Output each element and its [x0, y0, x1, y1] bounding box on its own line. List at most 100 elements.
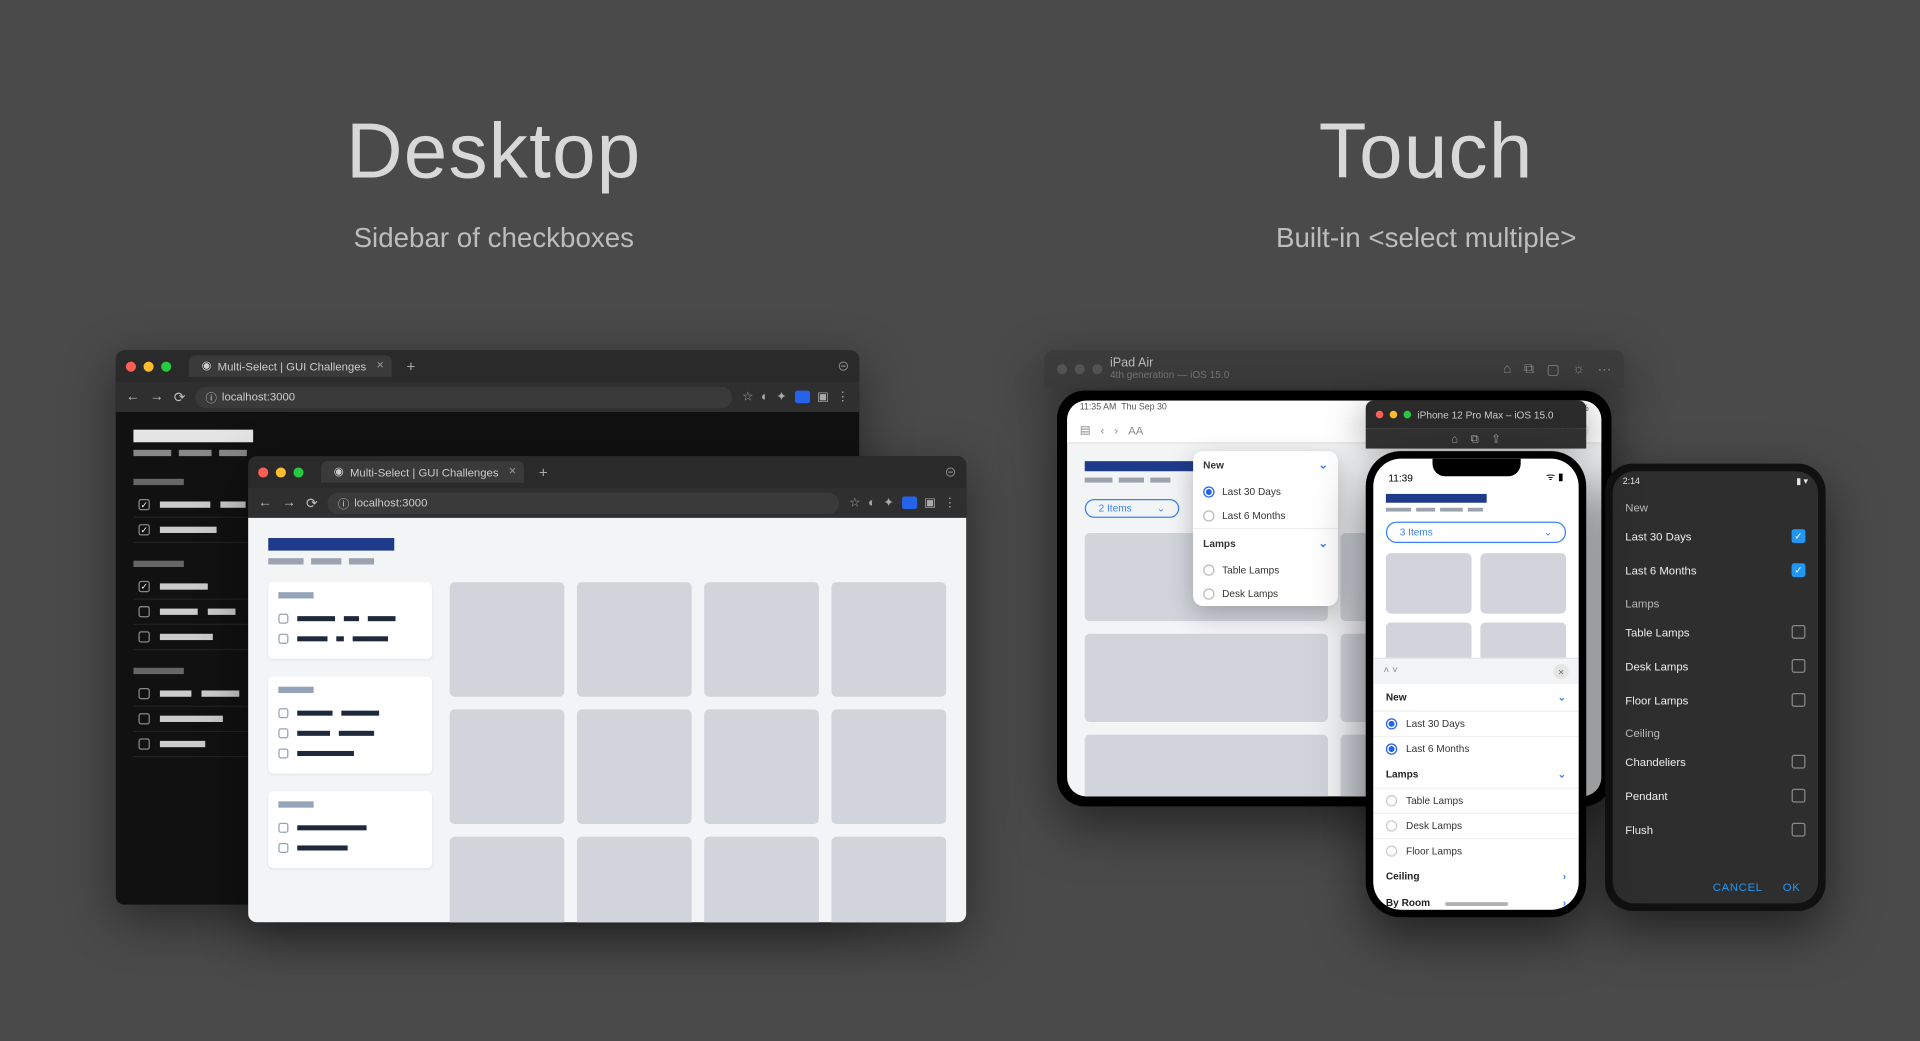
browser-tab[interactable]: ◉ Multi-Select | GUI Challenges ×: [321, 461, 524, 482]
optgroup-header[interactable]: Lamps⌄: [1373, 761, 1578, 787]
stepper-icons[interactable]: ˄ ˅: [1383, 664, 1398, 679]
checkbox-icon[interactable]: [138, 688, 149, 699]
window-maximize-icon[interactable]: [161, 361, 171, 371]
new-tab-button[interactable]: +: [407, 357, 416, 375]
mic-icon[interactable]: ⋮: [837, 390, 850, 404]
home-icon[interactable]: ⌂: [1503, 361, 1511, 377]
select-option[interactable]: Last 6 Months: [1193, 504, 1338, 528]
select-option[interactable]: Flush: [1613, 813, 1818, 847]
menu-icon[interactable]: ⊝: [945, 464, 957, 480]
screenshot-icon[interactable]: ⧉: [1471, 432, 1479, 446]
sidebar-icon[interactable]: ▤: [1080, 423, 1091, 437]
checkbox-icon[interactable]: [278, 823, 288, 833]
result-tile[interactable]: [577, 837, 692, 923]
result-tile[interactable]: [704, 837, 819, 923]
checkbox-row[interactable]: [278, 838, 422, 858]
checkbox-icon[interactable]: [138, 738, 149, 749]
checkbox-icon[interactable]: [138, 499, 149, 510]
browser-tab[interactable]: ◉ Multi-Select | GUI Challenges ×: [189, 355, 392, 376]
result-tile[interactable]: [831, 837, 946, 923]
checkbox-icon[interactable]: [138, 631, 149, 642]
menu-icon[interactable]: ⊝: [838, 358, 850, 374]
window-dot-icon[interactable]: [1057, 364, 1067, 374]
optgroup-header[interactable]: By Room›: [1373, 890, 1578, 910]
result-tile[interactable]: [704, 582, 819, 697]
result-tile[interactable]: [831, 709, 946, 824]
checkbox-icon[interactable]: [1792, 693, 1806, 707]
window-maximize-icon[interactable]: [293, 467, 303, 477]
checkbox-icon[interactable]: [278, 728, 288, 738]
checkbox-row[interactable]: [278, 818, 422, 838]
screenshot-icon[interactable]: ⧉: [1524, 361, 1534, 377]
result-tile[interactable]: [1085, 634, 1328, 722]
select-option[interactable]: Desk Lamps: [1193, 582, 1338, 606]
select-option[interactable]: Desk Lamps: [1613, 649, 1818, 683]
checkbox-icon[interactable]: [278, 748, 288, 758]
url-input[interactable]: ⓘ localhost:3000: [328, 492, 839, 513]
url-input[interactable]: ⓘ localhost:3000: [195, 386, 732, 407]
select-option[interactable]: Last 30 Days: [1613, 519, 1818, 553]
checkbox-icon[interactable]: [1792, 755, 1806, 769]
checkbox-icon[interactable]: [1792, 789, 1806, 803]
checkbox-icon[interactable]: [278, 634, 288, 644]
window-minimize-icon[interactable]: [144, 361, 154, 371]
checkbox-row[interactable]: [278, 609, 422, 629]
select-option[interactable]: Table Lamps: [1373, 788, 1578, 813]
back-icon[interactable]: ←: [258, 495, 272, 510]
aa-button[interactable]: AA: [1128, 424, 1143, 437]
select-option[interactable]: Floor Lamps: [1373, 838, 1578, 863]
checkbox-icon[interactable]: [138, 524, 149, 535]
window-dot-icon[interactable]: [1075, 364, 1085, 374]
checkbox-row[interactable]: [278, 723, 422, 743]
ok-button[interactable]: OK: [1783, 881, 1801, 894]
checkbox-icon[interactable]: [138, 713, 149, 724]
select-option[interactable]: Table Lamps: [1613, 615, 1818, 649]
share-icon[interactable]: ⇪: [1491, 432, 1501, 446]
checkbox-icon[interactable]: [278, 614, 288, 624]
result-tile[interactable]: [450, 837, 565, 923]
checkbox-icon[interactable]: [138, 581, 149, 592]
more-icon[interactable]: ⋯: [1598, 361, 1612, 377]
close-icon[interactable]: ×: [509, 465, 516, 479]
devtools-icon[interactable]: [901, 496, 916, 509]
mic-icon[interactable]: ⋮: [944, 496, 957, 510]
checkbox-icon[interactable]: [1792, 659, 1806, 673]
moon-icon[interactable]: ◐: [761, 390, 769, 404]
moon-icon[interactable]: ◐: [868, 496, 876, 510]
select-option[interactable]: Table Lamps: [1193, 558, 1338, 582]
optgroup-header[interactable]: Lamps⌄: [1193, 528, 1338, 558]
forward-icon[interactable]: →: [282, 495, 296, 510]
select-option[interactable]: Chandeliers: [1613, 745, 1818, 779]
window-minimize-icon[interactable]: [276, 467, 286, 477]
checkbox-icon[interactable]: [1792, 563, 1806, 577]
window-minimize-icon[interactable]: [1390, 411, 1398, 419]
result-tile[interactable]: [704, 709, 819, 824]
result-tile[interactable]: [1480, 553, 1566, 613]
window-dot-icon[interactable]: [1092, 364, 1102, 374]
devtools-icon[interactable]: [794, 391, 809, 404]
result-tile[interactable]: [450, 582, 565, 697]
checkbox-row[interactable]: [278, 629, 422, 649]
window-close-icon[interactable]: [126, 361, 136, 371]
rotate-icon[interactable]: ▢: [1547, 361, 1560, 377]
appearance-icon[interactable]: ☼: [1572, 361, 1585, 377]
extension-icon[interactable]: ✦: [883, 496, 894, 510]
checkbox-icon[interactable]: [278, 708, 288, 718]
cast-icon[interactable]: ▣: [817, 390, 829, 404]
filter-select[interactable]: 3 Items⌄: [1386, 522, 1566, 543]
select-option[interactable]: Desk Lamps: [1373, 813, 1578, 838]
window-close-icon[interactable]: [258, 467, 268, 477]
select-option[interactable]: Last 30 Days: [1193, 480, 1338, 504]
window-close-icon[interactable]: [1376, 411, 1384, 419]
select-option[interactable]: Last 6 Months: [1613, 553, 1818, 587]
select-option[interactable]: Last 6 Months: [1373, 736, 1578, 761]
result-tile[interactable]: [577, 582, 692, 697]
star-icon[interactable]: ☆: [742, 390, 753, 404]
result-tile[interactable]: [577, 709, 692, 824]
star-icon[interactable]: ☆: [849, 496, 860, 510]
select-option[interactable]: Last 30 Days: [1373, 711, 1578, 736]
optgroup-header[interactable]: New⌄: [1373, 684, 1578, 710]
close-icon[interactable]: ×: [377, 359, 384, 373]
checkbox-icon[interactable]: [1792, 625, 1806, 639]
optgroup-header[interactable]: New⌄: [1193, 451, 1338, 480]
